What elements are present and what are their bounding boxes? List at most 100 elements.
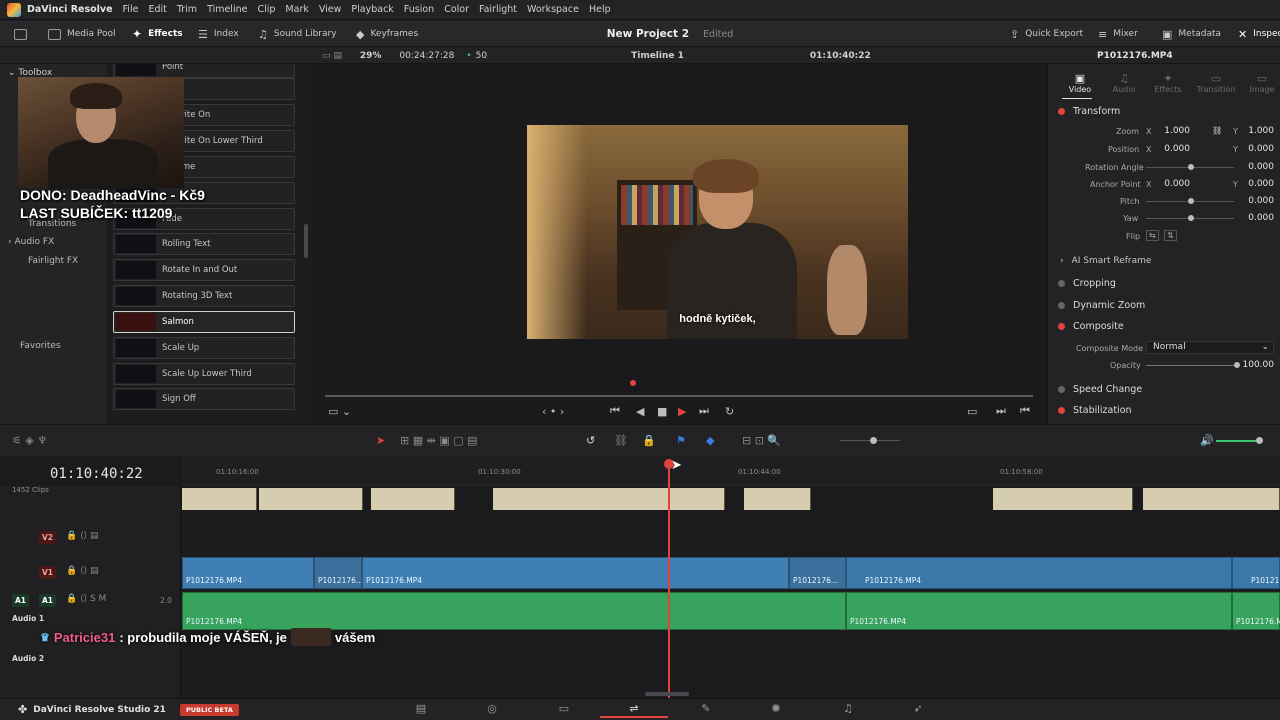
inspector-tab-audio[interactable]: ♫ Audio — [1104, 72, 1144, 94]
lock-icon[interactable]: 🔒 — [642, 434, 656, 447]
effect-scale-up[interactable]: Scale Up — [113, 337, 295, 359]
effects-button[interactable]: ✦ Effects — [132, 21, 183, 47]
effect-scale-up-lower-third[interactable]: Scale Up Lower Third — [113, 363, 295, 385]
menu-clip[interactable]: Clip — [257, 4, 275, 15]
menu-color[interactable]: Color — [444, 4, 469, 15]
link-clips-icon[interactable]: ⛓ — [614, 434, 628, 447]
pitch-slider-knob[interactable] — [1188, 198, 1194, 204]
enable-dot-icon[interactable] — [1058, 407, 1065, 414]
stabilization-section[interactable]: Stabilization — [1058, 405, 1132, 416]
layout-toggle-button[interactable] — [14, 21, 27, 47]
yaw-value[interactable]: 0.000 — [1240, 213, 1274, 223]
video-clip[interactable]: P1012176.MP4 — [182, 557, 314, 589]
menu-timeline[interactable]: Timeline — [207, 4, 247, 15]
track-a1-name[interactable]: Audio 1 — [12, 614, 44, 623]
audio-clip[interactable]: P1012176.MP4 — [846, 592, 1232, 630]
viewer-layout-icon[interactable]: ▭ ▤ — [322, 51, 342, 61]
track-a1-label[interactable]: A1 — [39, 594, 56, 607]
yaw-slider-knob[interactable] — [1188, 215, 1194, 221]
viewer-options-icon[interactable]: ▭ ⌄ — [328, 402, 351, 420]
dynamic-zoom-section[interactable]: Dynamic Zoom — [1058, 300, 1145, 311]
toolbox-fairlight-fx[interactable]: Fairlight FX — [28, 256, 78, 266]
page-cut-icon[interactable]: ◎ — [484, 702, 500, 715]
link-icon[interactable]: ⛓ — [1212, 126, 1222, 135]
inspector-tab-video[interactable]: ▣ Video — [1060, 72, 1100, 94]
page-fusion-icon[interactable]: ✎ — [698, 702, 714, 715]
match-frame-button[interactable]: ▭ — [967, 402, 977, 420]
quick-export-button[interactable]: ⇪ Quick Export — [1010, 21, 1083, 47]
menu-help[interactable]: Help — [589, 4, 611, 15]
video-clip[interactable]: P1012176.MP4 — [846, 557, 1232, 589]
opacity-value[interactable]: 100.00 — [1240, 360, 1275, 370]
selection-tool-icon[interactable]: ➤ — [376, 434, 385, 447]
video-clip[interactable]: P1012176... — [789, 557, 846, 589]
track-a1-source-label[interactable]: A1 — [12, 594, 29, 607]
track-a2-name[interactable]: Audio 2 — [12, 654, 44, 663]
audio-clip[interactable]: P1012176.MP4 — [182, 592, 846, 630]
enable-dot-icon[interactable] — [1058, 386, 1065, 393]
inspector-button[interactable]: ✕ Inspector — [1238, 21, 1280, 47]
menu-trim[interactable]: Trim — [177, 4, 197, 15]
inspector-tab-image[interactable]: ▭ Image — [1242, 72, 1280, 94]
page-fairlight-icon[interactable]: ♫ — [840, 702, 856, 715]
sound-library-button[interactable]: ♫ Sound Library — [258, 21, 337, 47]
zoom-y-value[interactable]: 1.000 — [1240, 126, 1274, 136]
timeline-playhead[interactable] — [664, 459, 674, 698]
video-clip[interactable]: P1012176.MP4 — [362, 557, 789, 589]
effect-salmon[interactable]: Salmon — [113, 311, 295, 333]
page-color-icon[interactable]: ✺ — [768, 702, 784, 715]
track-v1-controls-icons[interactable]: 🔒 ⟨⟩ ▤ — [66, 566, 98, 576]
effect-rolling-text[interactable]: Rolling Text — [113, 233, 295, 255]
position-y-value[interactable]: 0.000 — [1240, 144, 1274, 154]
anchor-x-value[interactable]: 0.000 — [1158, 179, 1190, 189]
timeline-zoom-knob[interactable] — [870, 437, 877, 444]
next-edit-button[interactable]: ⏭ — [996, 402, 1006, 420]
page-media-icon[interactable]: ▤ — [413, 702, 429, 715]
effect-rotating-3d-text[interactable]: Rotating 3D Text — [113, 285, 295, 307]
viewer-scrub-bar[interactable] — [325, 395, 1033, 397]
viewer-zoom[interactable]: 29% — [360, 51, 382, 61]
timeline-h-scrollbar[interactable] — [645, 692, 689, 696]
rotation-value[interactable]: 0.000 — [1240, 162, 1274, 172]
menu-playback[interactable]: Playback — [351, 4, 393, 15]
track-a1-controls-icons[interactable]: 🔒 ⟨⟩ S M — [66, 594, 106, 604]
page-edit-icon[interactable]: ▭ — [556, 702, 572, 715]
menu-fusion[interactable]: Fusion — [404, 4, 434, 15]
position-x-value[interactable]: 0.000 — [1158, 144, 1190, 154]
inspector-tab-effects[interactable]: ✦ Effects — [1148, 72, 1188, 94]
anchor-y-value[interactable]: 0.000 — [1240, 179, 1274, 189]
menu-file[interactable]: File — [123, 4, 139, 15]
menu-workspace[interactable]: Workspace — [527, 4, 579, 15]
inspector-tab-transition[interactable]: ▭ Transition — [1196, 72, 1236, 94]
flag-icon[interactable]: ⚑ — [676, 434, 686, 447]
video-clip[interactable]: P1012176.MP4 — [1232, 557, 1280, 589]
flip-vertical-icon[interactable]: ⇅ — [1164, 230, 1177, 241]
viewer-playhead-marker[interactable] — [630, 380, 636, 386]
timeline-options-icon[interactable]: ⚟ ◈ ♆ — [12, 434, 47, 447]
volume-icon[interactable]: 🔊 — [1200, 434, 1214, 447]
effects-scrollbar[interactable] — [304, 224, 308, 258]
ai-smart-reframe-section[interactable]: › AI Smart Reframe — [1060, 256, 1151, 266]
transform-section[interactable]: Transform — [1058, 106, 1120, 117]
effect-rotate-in-out[interactable]: Rotate In and Out — [113, 259, 295, 281]
media-pool-button[interactable]: Media Pool — [48, 21, 116, 47]
menu-view[interactable]: View — [319, 4, 342, 15]
video-clip[interactable]: P1012176... — [314, 557, 363, 589]
zoom-x-value[interactable]: 1.000 — [1158, 126, 1190, 136]
metadata-button[interactable]: ▣ Metadata — [1162, 21, 1221, 47]
track-v2-label[interactable]: V2 — [39, 531, 56, 544]
jump-start-button[interactable]: ⏮ — [610, 402, 620, 420]
track-v2-controls-icons[interactable]: 🔒 ⟨⟩ ▤ — [66, 531, 98, 541]
effect-sign-off[interactable]: Sign Off — [113, 388, 295, 410]
cropping-section[interactable]: Cropping — [1058, 278, 1116, 289]
menu-mark[interactable]: Mark — [285, 4, 308, 15]
page-edit-active-icon[interactable]: ⇌ — [626, 702, 642, 715]
timeline-name[interactable]: Timeline 1 — [631, 51, 684, 61]
opacity-slider[interactable] — [1146, 365, 1234, 366]
enable-dot-icon[interactable] — [1058, 108, 1065, 115]
video-frame[interactable] — [527, 125, 908, 339]
effect-item[interactable]: Point — [113, 64, 295, 78]
stop-button[interactable]: ■ — [657, 402, 667, 420]
index-button[interactable]: ☰ Index — [198, 21, 239, 47]
favorites-heading[interactable]: Favorites — [20, 341, 61, 351]
